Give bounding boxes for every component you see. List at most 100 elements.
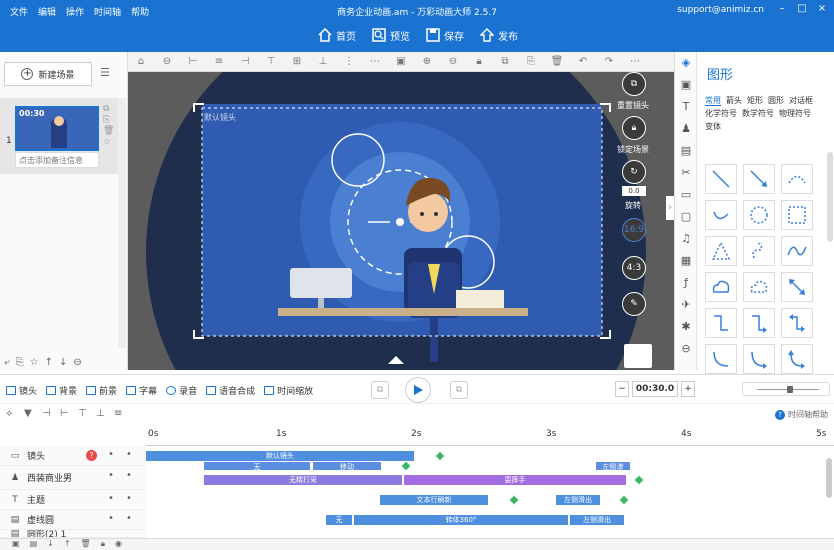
edit-draw-button[interactable]: ✎ [622, 292, 646, 316]
timeline-bar[interactable]: 无精打采 [204, 475, 402, 485]
decrease-time-button[interactable]: − [615, 381, 629, 397]
shape-step-arrow[interactable] [743, 308, 775, 338]
shape-step-double-arrow[interactable] [781, 308, 813, 338]
move-up-icon[interactable]: ↑ [45, 357, 53, 368]
record-button[interactable]: 录音 [166, 384, 197, 397]
lock-dot[interactable]: • [126, 470, 132, 481]
keyframe-diamond[interactable] [508, 494, 520, 506]
shape-double-arrow[interactable] [781, 272, 813, 302]
timeline-bar[interactable]: 移动 [313, 462, 381, 470]
shape-wave[interactable] [781, 236, 813, 266]
keyframe-diamond[interactable] [633, 474, 645, 486]
tab-chem[interactable]: 化学符号 [705, 109, 737, 118]
zoom-thumb[interactable] [787, 386, 793, 393]
shape-arc-arrow[interactable] [705, 200, 737, 230]
flash-category-icon[interactable]: ƒ [679, 276, 693, 290]
move-down-icon[interactable]: ↓ [59, 357, 67, 368]
preview-button[interactable]: 预览 [372, 24, 410, 46]
snap-icon[interactable]: ⟡ [6, 408, 13, 419]
timeline-bar[interactable]: 耍摔手 [404, 475, 626, 485]
delete-layer-icon[interactable]: 🗑︎ [81, 539, 91, 550]
support-email[interactable]: support@animiz.cn [677, 5, 764, 15]
shape-spiral[interactable] [743, 236, 775, 266]
timeline-bar[interactable]: 文本行刷新 [380, 495, 488, 505]
timeline-bar[interactable]: 左侧滑出 [570, 515, 624, 525]
redo-icon[interactable]: ↷ [596, 56, 622, 67]
time-scale-button[interactable]: 时间缩放 [264, 384, 313, 397]
shape-panel-scrollbar[interactable] [827, 152, 833, 242]
visible-dot[interactable]: • [108, 493, 114, 504]
video-category-icon[interactable]: ▦ [679, 254, 693, 268]
timeline-zoom-slider[interactable] [742, 382, 830, 396]
increase-time-button[interactable]: + [681, 381, 695, 397]
timeline-scrollbar[interactable] [826, 458, 832, 498]
visible-dot[interactable]: • [108, 470, 114, 481]
delete-icon[interactable]: 🗑︎ [544, 56, 570, 67]
rotation-value[interactable]: 0.0 [622, 186, 646, 196]
more-category-icon[interactable]: ⊖ [679, 342, 693, 356]
scene-item-tools[interactable]: ⧉ ⎘ 🗑 ☆ [103, 104, 114, 148]
folder-icon[interactable]: ▤ [30, 539, 38, 550]
scene-paste-icon[interactable]: ⎘ [16, 357, 24, 368]
shape-curve-arrow[interactable] [743, 344, 775, 374]
character-category-icon[interactable]: ♟ [679, 122, 693, 136]
collapse-panel-icon[interactable]: › [666, 196, 674, 220]
undo-icon[interactable]: ↶ [570, 56, 596, 67]
scene-copy-icon[interactable]: ⤶ [4, 357, 10, 368]
timeline-tool-2-icon[interactable]: ⊢ [60, 408, 69, 419]
lock-scene-button[interactable]: 🔒︎ [622, 116, 646, 140]
align-right-icon[interactable]: ⊣ [232, 56, 258, 67]
move-up-icon[interactable]: ↑ [64, 539, 71, 550]
publish-button[interactable]: 发布 [480, 24, 518, 46]
timeline-bar[interactable]: 默认镜头 [146, 451, 414, 461]
visible-dot[interactable]: • [108, 513, 114, 524]
background-button[interactable]: 背景 [46, 384, 77, 397]
timeline-tool-3-icon[interactable]: ⊤ [78, 408, 87, 419]
keyframe-diamond[interactable] [434, 450, 446, 462]
prev-frame-button[interactable]: ⧉ [371, 381, 389, 399]
scene-thumbnail[interactable]: 00:30 [15, 106, 99, 151]
maximize-icon[interactable]: □ [794, 2, 810, 16]
track-dashed-circle[interactable]: ▤ 虚线圆 • • [0, 510, 146, 530]
timeline-tool-4-icon[interactable]: ⊥ [96, 408, 105, 419]
save-button[interactable]: 保存 [426, 24, 464, 46]
lock-dot[interactable]: • [126, 513, 132, 524]
tab-rect[interactable]: 矩形 [747, 96, 763, 105]
shape-step-line[interactable] [705, 308, 737, 338]
timeline-tool-1-icon[interactable]: ⊣ [42, 408, 51, 419]
visibility-icon[interactable]: ◉ [115, 539, 122, 550]
music-category-icon[interactable]: ♫ [679, 232, 693, 246]
keyframe-diamond[interactable] [618, 494, 630, 506]
rotate-button[interactable]: ↻ [622, 160, 646, 184]
tab-math[interactable]: 数学符号 [742, 109, 774, 118]
shape-dashed-triangle[interactable] [705, 236, 737, 266]
shape-dashed-rect[interactable] [781, 200, 813, 230]
timeline-help-link[interactable]: ? 时间轴帮助 [775, 409, 828, 420]
move-down-icon[interactable]: ↓ [47, 539, 54, 550]
add-camera-button[interactable]: 镜头 [6, 384, 37, 397]
image-category-icon[interactable]: ▣ [679, 78, 693, 92]
zoom-in-icon[interactable]: ⊕ [414, 56, 440, 67]
chat-category-icon[interactable]: ▭ [679, 188, 693, 202]
ratio-4-3-button[interactable]: 4:3 [622, 256, 646, 280]
copy-icon[interactable]: ⧉ [492, 56, 518, 67]
paste-icon[interactable]: ⎘ [518, 56, 544, 67]
tab-physics[interactable]: 物理符号 [779, 109, 811, 118]
shape-line[interactable] [705, 164, 737, 194]
lock-dot[interactable]: • [126, 449, 132, 460]
timeline-tool-5-icon[interactable]: ≡ [114, 408, 122, 419]
track-circle-2[interactable]: ▤ 圆形(2) 1 [0, 530, 146, 538]
lock-icon[interactable]: 🔒︎ [466, 56, 492, 67]
close-icon[interactable]: × [814, 2, 830, 16]
more-icon[interactable]: ⋯ [622, 56, 648, 67]
shape-cloud-dashed[interactable] [743, 272, 775, 302]
text-category-icon[interactable]: T [679, 100, 693, 114]
shapes-category-icon[interactable]: ◈ [679, 56, 693, 70]
tab-dialog[interactable]: 对话框 [789, 96, 813, 105]
tts-button[interactable]: 语音合成 [206, 384, 255, 397]
shape-dashed-arc[interactable] [781, 164, 813, 194]
scene-note-input[interactable]: 点击添加备注信息 [15, 152, 99, 168]
shape-curve[interactable] [705, 344, 737, 374]
align-middle-icon[interactable]: ⊞ [284, 56, 310, 67]
timeline-bar[interactable]: 无 [326, 515, 352, 525]
